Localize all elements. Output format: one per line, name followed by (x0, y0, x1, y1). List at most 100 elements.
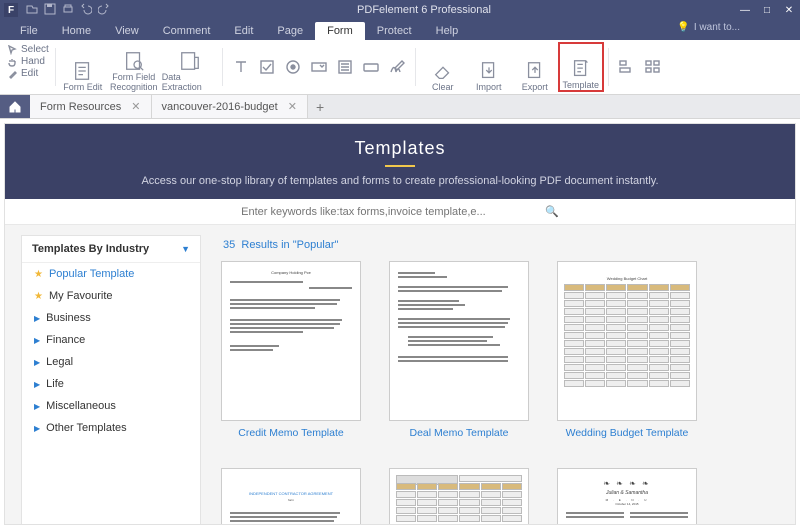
form-edit-icon (72, 60, 94, 82)
listbox-icon[interactable] (335, 57, 355, 77)
menu-protect[interactable]: Protect (365, 22, 424, 40)
template-caption: Credit Memo Template (238, 427, 343, 440)
select-label: Select (21, 44, 49, 55)
sidebar-item-favourite[interactable]: ★My Favourite (22, 285, 200, 307)
menu-page[interactable]: Page (265, 22, 315, 40)
sidebar-item-finance[interactable]: ▶Finance (22, 329, 200, 351)
sidebar-item-legal[interactable]: ▶Legal (22, 351, 200, 373)
star-icon: ★ (34, 291, 43, 302)
menu-form[interactable]: Form (315, 22, 365, 40)
edit-label: Edit (21, 68, 38, 79)
redo-icon[interactable] (98, 3, 110, 18)
signature-icon[interactable] (387, 57, 407, 77)
hand-label: Hand (21, 56, 45, 67)
template-card[interactable]: INDEPENDENT CONTRACTOR AGREEMENT form (221, 468, 361, 525)
sidebar-heading[interactable]: Templates By Industry ▼ (22, 236, 200, 263)
home-tab[interactable] (0, 95, 30, 118)
i-want-to[interactable]: 💡 I want to... (677, 22, 740, 33)
menu-edit[interactable]: Edit (222, 22, 265, 40)
align-tools (613, 42, 667, 92)
distribute-icon[interactable] (643, 57, 663, 77)
export-label: Export (522, 82, 548, 92)
maximize-button[interactable]: □ (760, 5, 774, 16)
data-extraction-button[interactable]: Data Extraction (162, 42, 218, 92)
doc-tab-vancouver-budget[interactable]: vancouver-2016-budget ✕ (152, 95, 308, 118)
lightbulb-icon: 💡 (677, 22, 689, 33)
template-button[interactable]: Template (558, 42, 604, 92)
sidebar-item-label: Other Templates (46, 422, 127, 434)
radio-icon[interactable] (283, 57, 303, 77)
text-field-icon[interactable] (231, 57, 251, 77)
chevron-down-icon: ▼ (181, 244, 190, 254)
template-card[interactable]: Wedding Budget Chart (557, 261, 697, 440)
search-bar: 🔍 (5, 199, 795, 225)
sidebar-item-other[interactable]: ▶ Other Templates (22, 417, 200, 439)
sidebar-item-label: Miscellaneous (46, 400, 116, 412)
star-icon: ★ (34, 269, 43, 280)
close-tab-icon[interactable]: ✕ (131, 100, 140, 113)
print-icon[interactable] (62, 3, 74, 18)
close-tab-icon[interactable]: ✕ (288, 100, 297, 113)
extraction-icon (179, 50, 201, 72)
document-tabs: Form Resources ✕ vancouver-2016-budget ✕… (0, 95, 800, 119)
recognition-icon (123, 50, 145, 72)
menu-help[interactable]: Help (424, 22, 471, 40)
clear-label: Clear (432, 82, 454, 92)
search-input[interactable] (241, 206, 541, 218)
caret-right-icon: ▶ (34, 314, 40, 323)
template-thumbnail: ❧ ❧ ❧ ❧ Julian & Samantha M · E · N · U … (557, 468, 697, 525)
menu-comment[interactable]: Comment (151, 22, 223, 40)
checkbox-icon[interactable] (257, 57, 277, 77)
menu-file[interactable]: File (8, 22, 50, 40)
sidebar-item-business[interactable]: ▶Business (22, 307, 200, 329)
i-want-to-label: I want to... (694, 22, 740, 33)
save-icon[interactable] (44, 3, 56, 18)
sidebar-item-popular[interactable]: ★Popular Template (22, 263, 200, 285)
hand-tool[interactable]: Hand (8, 56, 49, 67)
minimize-button[interactable]: — (738, 5, 752, 16)
template-thumbnail (389, 468, 529, 525)
template-card[interactable]: ❧ ❧ ❧ ❧ Julian & Samantha M · E · N · U … (557, 468, 697, 525)
edit-tool[interactable]: Edit (8, 68, 49, 79)
titlebar: F PDFelement 6 Professional — □ ✕ (0, 0, 800, 20)
caret-right-icon: ▶ (34, 358, 40, 367)
close-button[interactable]: ✕ (782, 5, 796, 16)
align-icon[interactable] (617, 57, 637, 77)
clear-button[interactable]: Clear (420, 42, 466, 92)
open-icon[interactable] (26, 3, 38, 18)
caret-right-icon: ▶ (34, 402, 40, 411)
template-thumbnail: Company Holding Pce (221, 261, 361, 421)
page-title: Templates (25, 138, 775, 159)
caret-right-icon: ▶ (34, 424, 40, 433)
results-label: Results in "Popular" (241, 239, 338, 251)
quick-access (26, 3, 110, 18)
search-icon[interactable]: 🔍 (545, 205, 559, 218)
dropdown-icon[interactable] (309, 57, 329, 77)
doc-tab-label: Form Resources (40, 101, 121, 113)
template-card[interactable] (389, 468, 529, 525)
export-icon (524, 60, 546, 82)
add-tab-button[interactable]: + (308, 95, 332, 118)
export-button[interactable]: Export (512, 42, 558, 92)
form-edit-button[interactable]: Form Edit (60, 42, 106, 92)
eraser-icon (432, 60, 454, 82)
undo-icon[interactable] (80, 3, 92, 18)
selection-tools: Select Hand Edit (6, 42, 51, 92)
doc-tab-form-resources[interactable]: Form Resources ✕ (30, 95, 152, 118)
category-sidebar: Templates By Industry ▼ ★Popular Templat… (21, 235, 201, 525)
select-tool[interactable]: Select (8, 44, 49, 55)
results-count: 35 (223, 239, 235, 251)
sidebar-item-miscellaneous[interactable]: ▶ Miscellaneous (22, 395, 200, 417)
form-field-recognition-button[interactable]: Form Field Recognition (106, 42, 162, 92)
import-button[interactable]: Import (466, 42, 512, 92)
button-field-icon[interactable] (361, 57, 381, 77)
menu-home[interactable]: Home (50, 22, 103, 40)
results-panel: 35 Results in "Popular" Company Holding … (221, 235, 779, 525)
template-card[interactable]: Deal Memo Template (389, 261, 529, 440)
template-label: Template (563, 80, 600, 90)
main-menu: File Home View Comment Edit Page Form Pr… (0, 20, 800, 40)
sidebar-item-life[interactable]: ▶Life (22, 373, 200, 395)
menu-view[interactable]: View (103, 22, 151, 40)
form-field-tools (227, 42, 411, 92)
template-card[interactable]: Company Holding Pce Credit Memo Template (221, 261, 361, 440)
